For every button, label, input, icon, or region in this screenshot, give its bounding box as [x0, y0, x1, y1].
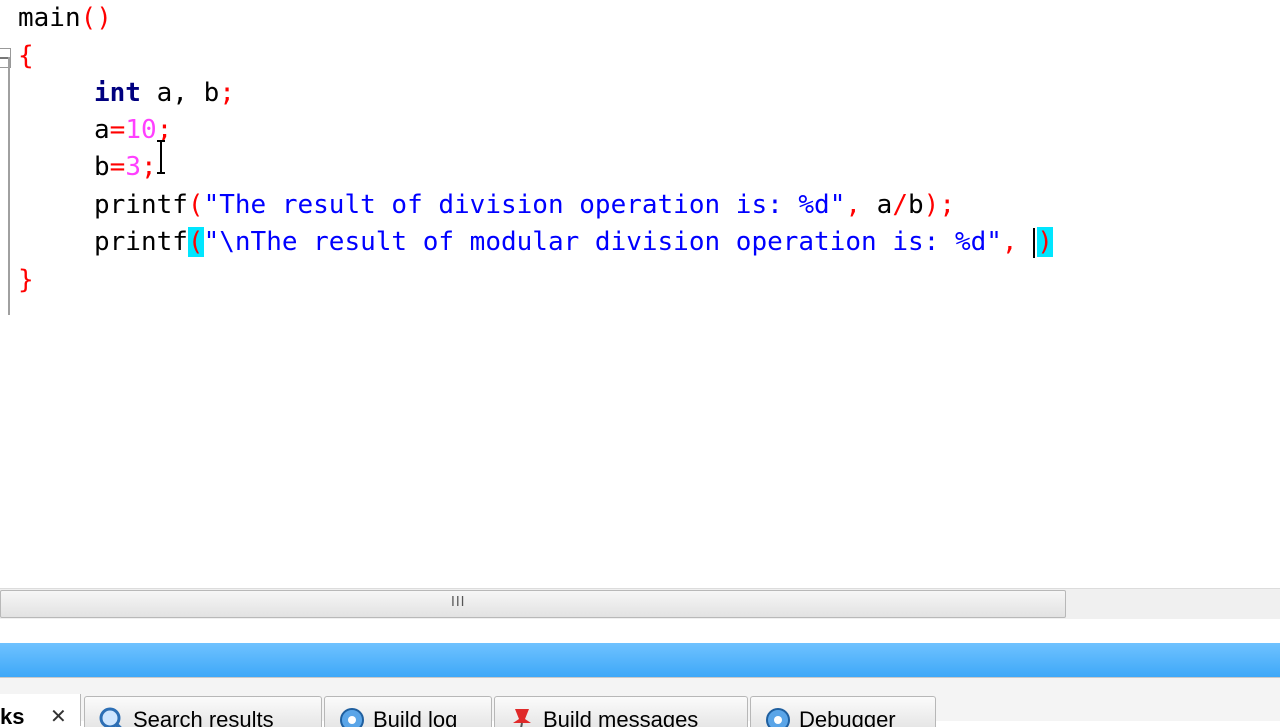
- main-identifier: main: [18, 3, 81, 33]
- code-line-7[interactable]: printf("\nThe result of modular division…: [94, 224, 1053, 260]
- panel-splitter[interactable]: [0, 643, 1280, 677]
- open-paren: (: [187, 190, 204, 220]
- close-paren: ): [923, 190, 940, 220]
- pin-icon: [513, 709, 531, 727]
- code-line-8[interactable]: }: [18, 262, 34, 298]
- close-icon[interactable]: ✕: [50, 694, 67, 726]
- code-line-1[interactable]: main(): [18, 0, 112, 36]
- text-caret: [1033, 227, 1036, 258]
- tab-label: Build log: [373, 707, 458, 727]
- semicolon: ;: [939, 190, 955, 220]
- number-literal: 3: [125, 152, 141, 182]
- assign-op: =: [109, 152, 126, 182]
- tab-search-results[interactable]: Search results: [84, 696, 322, 727]
- printf-call: printf: [94, 227, 188, 257]
- code-line-3[interactable]: int a, b;: [94, 75, 235, 111]
- code-line-5[interactable]: b=3;: [94, 149, 157, 185]
- matched-open-paren: (: [187, 227, 204, 257]
- var-declaration: a, b: [140, 78, 220, 108]
- tab-debugger[interactable]: Debugger: [750, 696, 936, 727]
- matched-close-paren: ): [1037, 227, 1053, 257]
- tab-build-log[interactable]: Build log: [324, 696, 492, 727]
- panel-gap: [0, 619, 1280, 643]
- tab-label: Debugger: [799, 707, 896, 727]
- horizontal-scrollbar[interactable]: III: [0, 588, 1280, 619]
- open-brace: {: [18, 41, 34, 71]
- divide-op: /: [892, 190, 908, 220]
- tab-label: ks: [0, 704, 25, 726]
- tab-build-messages[interactable]: Build messages: [494, 696, 748, 727]
- string-literal: "The result of division operation is: %d…: [203, 190, 846, 220]
- arg-b: b: [908, 190, 924, 220]
- printf-call: printf: [94, 190, 188, 220]
- debug-icon: [766, 708, 790, 727]
- tab-active-partial[interactable]: ks ✕: [0, 694, 81, 726]
- close-brace: }: [18, 265, 34, 295]
- number-literal: 10: [125, 115, 157, 145]
- code-line-6[interactable]: printf("The result of division operation…: [94, 187, 955, 223]
- var-a: a: [94, 115, 110, 145]
- comma: ,: [845, 190, 862, 220]
- tab-label: Search results: [133, 707, 274, 727]
- scrollbar-grip-icon: III: [451, 595, 466, 610]
- ibeam-cursor-icon: [157, 140, 165, 174]
- tab-label: Build messages: [543, 707, 699, 727]
- semicolon: ;: [219, 78, 235, 108]
- semicolon: ;: [140, 152, 157, 182]
- logs-tab-bar: ks ✕ Search results Build log Build mess…: [0, 677, 1280, 727]
- comma: ,: [1001, 227, 1018, 257]
- code-line-2[interactable]: {: [18, 38, 34, 74]
- main-parens: (): [80, 3, 112, 33]
- string-literal: "\nThe result of modular division operat…: [203, 227, 1002, 257]
- scrollbar-thumb[interactable]: III: [0, 590, 1066, 618]
- var-b: b: [94, 152, 110, 182]
- search-icon: [99, 707, 122, 727]
- assign-op: =: [109, 115, 126, 145]
- arg-a: a: [861, 190, 893, 220]
- code-editor[interactable]: main() { int a, b; a=10; b=3; printf("Th…: [0, 0, 1280, 588]
- fold-guide: [8, 57, 10, 315]
- int-keyword: int: [94, 78, 141, 108]
- gear-icon: [340, 708, 364, 727]
